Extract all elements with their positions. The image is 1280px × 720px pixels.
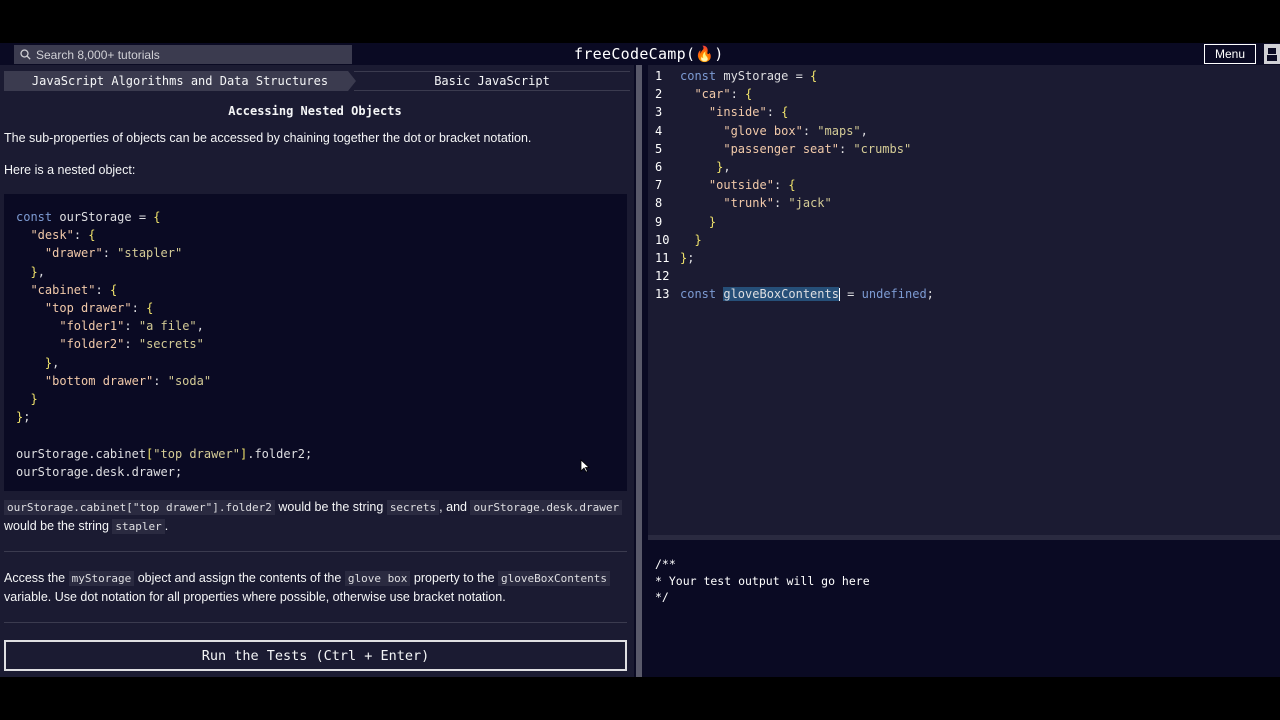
task-text: variable. Use dot notation for all prope… <box>4 590 506 604</box>
line-content[interactable]: }, <box>680 160 730 174</box>
line-content[interactable]: "car": { <box>680 87 752 101</box>
inline-code: secrets <box>386 500 440 515</box>
top-navbar: Search 8,000+ tutorials freeCodeCamp(🔥) … <box>0 43 1280 65</box>
editor-line[interactable]: 3 "inside": { <box>648 103 1280 121</box>
line-content[interactable]: const myStorage = { <box>680 69 817 83</box>
line-number: 3 <box>655 105 663 120</box>
pane-resize-handle[interactable] <box>634 65 648 677</box>
instructions-pane: JavaScript Algorithms and Data Structure… <box>0 65 634 677</box>
run-tests-button[interactable]: Run the Tests (Ctrl + Enter) <box>4 640 627 671</box>
inline-code: glove box <box>344 571 411 586</box>
editor-line[interactable]: 1 const myStorage = { <box>648 67 1280 85</box>
inline-code: ourStorage.cabinet["top drawer"].folder2 <box>4 500 275 515</box>
test-output-text: /** * Your test output will go here */ <box>655 557 870 604</box>
example-code: const ourStorage = { "desk": { "drawer":… <box>16 210 313 479</box>
inline-code: ourStorage.desk.drawer <box>470 500 623 515</box>
breadcrumb-course[interactable]: JavaScript Algorithms and Data Structure… <box>4 71 356 91</box>
editor-line[interactable]: 8 "trunk": "jack" <box>648 194 1280 212</box>
example-code-block: const ourStorage = { "desk": { "drawer":… <box>4 194 627 491</box>
line-number: 13 <box>655 287 670 302</box>
inline-code: stapler <box>112 519 165 534</box>
editor-line[interactable]: 13 const gloveBoxContents = undefined; <box>648 285 1280 303</box>
line-content[interactable]: } <box>680 233 701 247</box>
task-text: Access the <box>4 571 66 585</box>
editor-line[interactable]: 10 } <box>648 231 1280 249</box>
line-content[interactable]: const gloveBoxContents = undefined; <box>680 287 934 302</box>
menu-button[interactable]: Menu <box>1204 44 1256 64</box>
line-number: 4 <box>655 123 663 138</box>
intro-paragraph: The sub-properties of objects can be acc… <box>4 131 532 145</box>
line-number: 7 <box>655 178 663 193</box>
line-content[interactable]: }; <box>680 251 694 265</box>
line-number: 12 <box>655 269 670 284</box>
search-input[interactable]: Search 8,000+ tutorials <box>36 48 160 62</box>
search-bar[interactable]: Search 8,000+ tutorials <box>14 45 352 64</box>
explanation-text: would be the string <box>4 519 109 533</box>
line-content[interactable]: "outside": { <box>680 178 796 192</box>
test-output-console: /** * Your test output will go here */ <box>648 540 1280 677</box>
breadcrumb-section[interactable]: Basic JavaScript <box>354 71 630 91</box>
editor-line[interactable]: 7 "outside": { <box>648 176 1280 194</box>
task-text: object and assign the contents of the <box>137 571 342 585</box>
line-number: 6 <box>655 160 663 175</box>
line-number: 8 <box>655 196 663 211</box>
editor-line[interactable]: 11}; <box>648 249 1280 267</box>
divider <box>4 622 627 623</box>
editor-line[interactable]: 4 "glove box": "maps", <box>648 122 1280 140</box>
line-number: 10 <box>655 232 670 247</box>
mouse-cursor-icon <box>580 459 590 473</box>
explanation-paragraph: ourStorage.cabinet["top drawer"].folder2… <box>4 498 624 536</box>
task-paragraph: Access the myStorage object and assign t… <box>4 569 624 606</box>
task-text: property to the <box>413 571 495 585</box>
line-content[interactable]: "glove box": "maps", <box>680 124 868 138</box>
explanation-text: . <box>164 519 169 533</box>
line-number: 5 <box>655 141 663 156</box>
editor-line[interactable]: 2 "car": { <box>648 85 1280 103</box>
breadcrumb: JavaScript Algorithms and Data Structure… <box>4 71 630 91</box>
explanation-text: would be the string <box>278 500 384 514</box>
line-content[interactable]: } <box>680 215 716 229</box>
inline-code: myStorage <box>68 571 135 586</box>
editor-line[interactable]: 9 } <box>648 213 1280 231</box>
freecodecamp-logo[interactable]: freeCodeCamp(🔥) <box>574 43 724 65</box>
editor-line[interactable]: 6 }, <box>648 158 1280 176</box>
editor-line[interactable]: 5 "passenger seat": "crumbs" <box>648 140 1280 158</box>
line-number: 9 <box>655 214 663 229</box>
search-icon <box>20 49 31 60</box>
lesson-title: Accessing Nested Objects <box>228 104 402 118</box>
example-intro: Here is a nested object: <box>4 163 136 177</box>
text-cursor <box>838 288 840 302</box>
line-number: 1 <box>655 69 663 84</box>
inline-code: gloveBoxContents <box>498 571 610 586</box>
selected-text: gloveBoxContents <box>723 287 839 302</box>
line-content[interactable]: "passenger seat": "crumbs" <box>680 142 911 156</box>
line-content[interactable]: "inside": { <box>680 105 788 119</box>
user-avatar-icon[interactable] <box>1264 44 1280 64</box>
explanation-text: , and <box>439 500 467 514</box>
code-editor[interactable]: 1 const myStorage = {2 "car": {3 "inside"… <box>648 65 1280 535</box>
line-number: 2 <box>655 87 663 102</box>
line-number: 11 <box>655 251 670 266</box>
divider <box>4 551 627 552</box>
editor-line[interactable]: 12 <box>648 267 1280 285</box>
line-content[interactable]: "trunk": "jack" <box>680 196 831 210</box>
